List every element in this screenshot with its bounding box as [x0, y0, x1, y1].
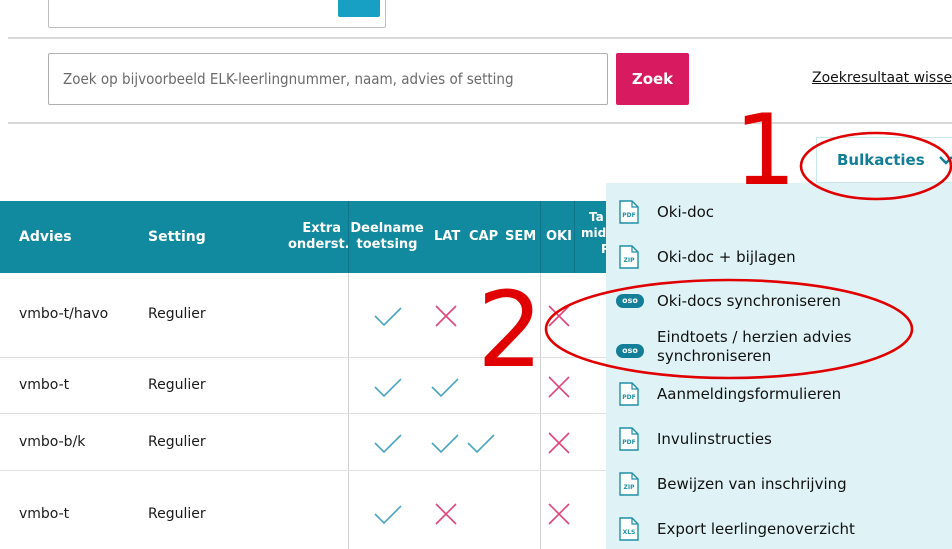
- annotation-overlay: [544, 131, 952, 380]
- annotation-ellipse-sync: [544, 278, 914, 380]
- annotation-number-two: 2: [477, 269, 544, 391]
- annotation-ellipse-bulk: [799, 131, 952, 201]
- annotation-number-one: 1: [734, 94, 797, 208]
